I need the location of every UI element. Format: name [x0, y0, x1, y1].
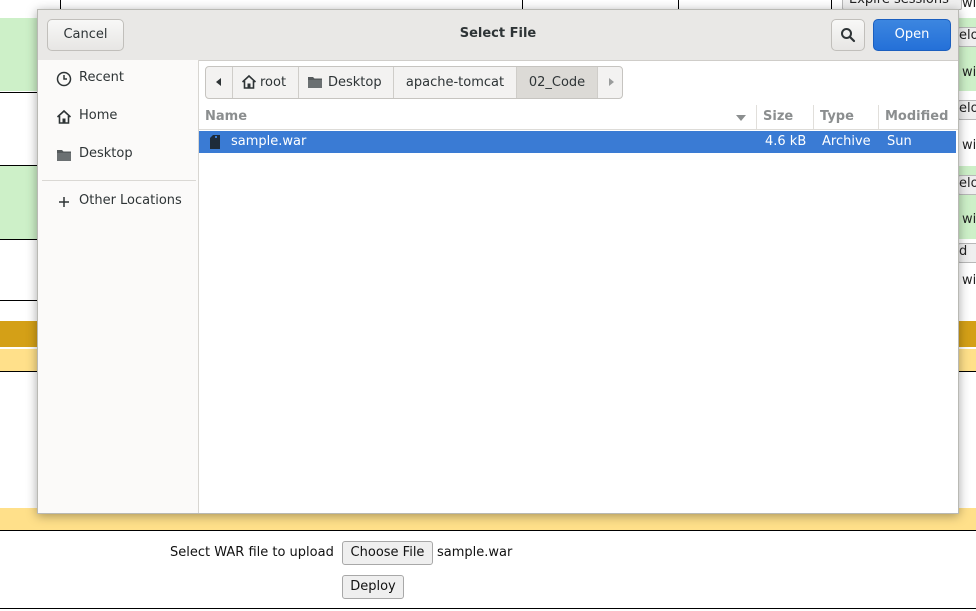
dialog-header: Cancel Select File Open: [38, 10, 958, 61]
section-divider: [0, 530, 976, 531]
column-size-header[interactable]: Size: [756, 105, 813, 129]
home-icon: [241, 74, 257, 89]
chevron-right-icon: [609, 78, 614, 86]
crumb-02-code[interactable]: 02_Code: [517, 67, 598, 98]
deploy-button[interactable]: Deploy: [342, 575, 404, 599]
crumb-root[interactable]: root: [233, 67, 299, 98]
sidebar-separator: [42, 180, 196, 181]
column-label: Modified: [885, 109, 949, 124]
sidebar-item-label: Other Locations: [79, 193, 182, 208]
home-icon: [56, 109, 72, 124]
crumb-label: root: [260, 75, 287, 90]
column-modified-header[interactable]: Modified: [878, 105, 958, 129]
path-bar: root Desktop apache-tomcat 02_Code: [205, 66, 623, 99]
crumb-desktop[interactable]: Desktop: [299, 67, 394, 98]
chosen-file-name: sample.war: [437, 545, 513, 560]
crumb-label: 02_Code: [528, 75, 586, 90]
peek-button[interactable]: elo: [958, 175, 976, 195]
section-divider: [0, 608, 976, 609]
column-label: Size: [763, 109, 794, 124]
chevron-left-icon: [216, 78, 221, 86]
peek-button[interactable]: d: [958, 243, 976, 263]
file-row[interactable]: sample.war 4.6 kB Archive Sun: [199, 131, 956, 153]
column-label: Name: [205, 109, 248, 124]
dialog-title: Select File: [459, 26, 537, 41]
sidebar-item-other-locations[interactable]: Other Locations: [38, 184, 198, 220]
sidebar-item-home[interactable]: Home: [38, 99, 198, 135]
sidebar-item-label: Desktop: [79, 146, 133, 161]
sidebar-item-recent[interactable]: Recent: [38, 61, 198, 97]
clock-icon: [56, 71, 72, 87]
sidebar-item-label: Recent: [79, 70, 124, 85]
file-modified: Sun: [887, 134, 912, 149]
folder-icon: [57, 150, 71, 161]
row-divider: [0, 92, 37, 93]
archive-file-icon: [210, 135, 220, 149]
peek-text: wi: [962, 0, 976, 11]
sort-descending-icon: [736, 115, 746, 121]
open-button[interactable]: Open: [873, 19, 951, 51]
war-upload-form: Select WAR file to upload Choose File sa…: [0, 540, 976, 566]
peek-text: wi: [962, 138, 976, 153]
upload-label: Select WAR file to upload: [170, 545, 334, 560]
file-type: Archive: [822, 134, 871, 149]
crumb-apache-tomcat[interactable]: apache-tomcat: [394, 67, 517, 98]
crumb-label: Desktop: [328, 75, 382, 90]
peek-text: wi: [962, 273, 976, 288]
folder-icon: [308, 77, 322, 88]
peek-button[interactable]: elo: [958, 100, 976, 120]
peek-button[interactable]: elo: [958, 27, 976, 47]
places-sidebar: Recent Home Desktop Other Locations: [38, 60, 199, 513]
column-type-header[interactable]: Type: [813, 105, 878, 129]
row-divider: [0, 300, 37, 301]
search-icon: [841, 28, 856, 43]
path-scroll-left-button[interactable]: [206, 67, 233, 98]
peek-text: wi: [962, 65, 976, 80]
row-divider: [0, 239, 37, 240]
column-label: Type: [820, 109, 854, 124]
table-row-bg: [0, 18, 37, 91]
plus-icon: [59, 197, 69, 207]
search-button[interactable]: [831, 19, 865, 51]
column-name-header[interactable]: Name: [199, 105, 755, 129]
crumb-label: apache-tomcat: [405, 75, 505, 90]
peek-text: wi: [962, 212, 976, 227]
file-name: sample.war: [231, 134, 307, 149]
choose-file-button[interactable]: Choose File: [342, 541, 433, 565]
sidebar-item-label: Home: [79, 108, 118, 123]
file-size: 4.6 kB: [765, 134, 807, 149]
sidebar-item-desktop[interactable]: Desktop: [38, 137, 198, 173]
file-chooser-dialog: Cancel Select File Open Recent Home Desk…: [37, 9, 959, 514]
path-scroll-right-button[interactable]: [598, 67, 622, 98]
file-list-header: Name Size Type Modified: [199, 105, 958, 130]
table-row-bg: [0, 166, 37, 239]
